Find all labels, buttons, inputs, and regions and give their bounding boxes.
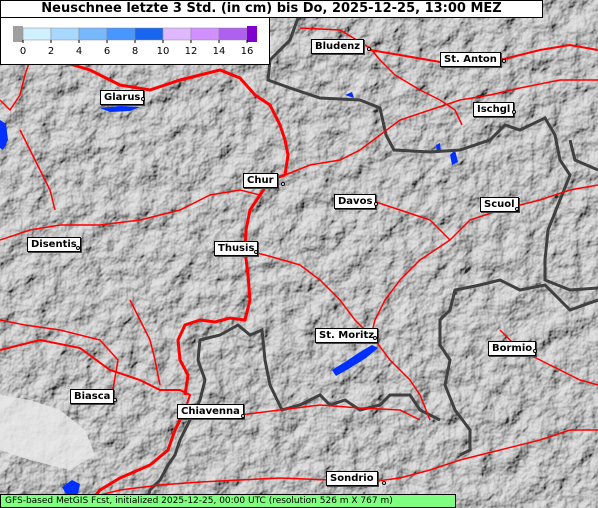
city-label: Bludenz [311, 39, 365, 54]
city-marker [113, 398, 117, 402]
city-marker [382, 481, 386, 485]
legend-swatch [50, 27, 80, 41]
legend-tick-label: 8 [132, 46, 138, 57]
city-label: Disentis [27, 237, 81, 252]
legend-tick-label: 12 [185, 46, 198, 57]
legend-tick-label: 6 [104, 46, 110, 57]
legend: 0 2 4 6 8 10 12 14 16 [0, 18, 270, 65]
city-label: St. Moritz [315, 328, 379, 343]
city-marker [373, 336, 377, 340]
terrain-relief [0, 0, 598, 508]
city-label: Ischgl [473, 102, 515, 117]
terrain-layer [0, 0, 598, 508]
city-marker [76, 246, 80, 250]
legend-tick-label: 10 [157, 46, 170, 57]
legend-tick-label: 0 [20, 46, 26, 57]
legend-tick-label: 16 [241, 46, 254, 57]
map-title: Neuschnee letzte 3 Std. (in cm) bis Do, … [0, 0, 543, 18]
legend-swatch [22, 27, 52, 41]
city-label: Scuol [480, 197, 519, 212]
legend-below-cap [13, 26, 23, 42]
city-marker [281, 182, 285, 186]
city-label: Sondrio [326, 471, 378, 486]
city-label: Glarus [100, 90, 145, 105]
legend-swatch [190, 27, 220, 41]
city-marker [512, 110, 516, 114]
legend-swatch [78, 27, 108, 41]
legend-scale: 0 2 4 6 8 10 12 14 16 [13, 26, 257, 57]
city-marker [515, 207, 519, 211]
city-label: St. Anton [440, 52, 501, 67]
city-label: Chiavenna [177, 404, 244, 419]
city-marker [241, 414, 245, 418]
legend-swatch [134, 27, 164, 41]
city-marker [367, 47, 371, 51]
legend-tick-label: 4 [76, 46, 82, 57]
legend-tick-label: 2 [48, 46, 54, 57]
city-marker [254, 250, 258, 254]
legend-above-cap [247, 26, 257, 42]
city-marker [374, 202, 378, 206]
city-label: Davos [334, 194, 377, 209]
city-label: Biasca [70, 389, 115, 404]
snow-map: Neuschnee letzte 3 Std. (in cm) bis Do, … [0, 0, 598, 508]
city-marker [502, 59, 506, 63]
legend-tick-label: 14 [213, 46, 226, 57]
city-marker [141, 97, 145, 101]
city-label: Bormio [488, 341, 537, 356]
city-marker [533, 349, 537, 353]
city-label: Thusis [214, 241, 259, 256]
legend-swatch [106, 27, 136, 41]
legend-swatch [162, 27, 192, 41]
city-label: Chur [243, 173, 278, 188]
legend-swatch [218, 27, 248, 41]
footer-info: GFS-based MetGIS Fcst, initialized 2025-… [0, 494, 456, 508]
